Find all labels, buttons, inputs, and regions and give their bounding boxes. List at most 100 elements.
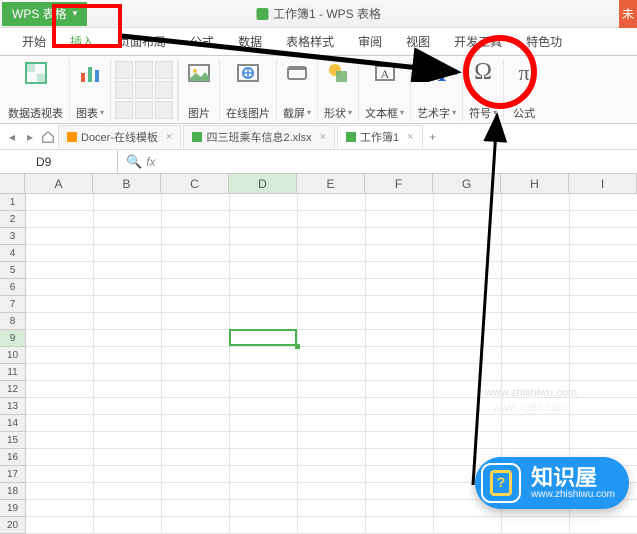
cell[interactable] <box>298 517 366 534</box>
cell[interactable] <box>26 398 94 415</box>
symbol-button[interactable]: Ω 符号▾ <box>463 59 504 121</box>
equation-button[interactable]: π 公式 <box>504 59 544 121</box>
cell[interactable] <box>230 279 298 296</box>
cell[interactable] <box>366 313 434 330</box>
cell[interactable] <box>366 415 434 432</box>
cell[interactable] <box>502 194 570 211</box>
cell[interactable] <box>26 296 94 313</box>
column-header[interactable]: D <box>229 174 297 194</box>
cell[interactable] <box>162 296 230 313</box>
cell[interactable] <box>502 228 570 245</box>
cell[interactable] <box>434 228 502 245</box>
cell[interactable] <box>502 517 570 534</box>
cell[interactable] <box>570 381 637 398</box>
picture-button[interactable]: 图片 <box>179 59 220 121</box>
row-header[interactable]: 16 <box>0 449 26 466</box>
cell[interactable] <box>298 245 366 262</box>
column-header[interactable]: I <box>569 174 637 194</box>
row-header[interactable]: 20 <box>0 517 26 534</box>
cell[interactable] <box>298 313 366 330</box>
cell[interactable] <box>298 449 366 466</box>
cell[interactable] <box>94 347 162 364</box>
home-tab-button[interactable] <box>40 129 56 145</box>
cell[interactable] <box>570 330 637 347</box>
mini-chart-icon[interactable] <box>115 81 133 99</box>
row-header[interactable]: 8 <box>0 313 26 330</box>
shapes-button[interactable]: 形状▾ <box>318 59 359 121</box>
cell[interactable] <box>26 347 94 364</box>
cell[interactable] <box>162 483 230 500</box>
cell[interactable] <box>230 330 298 347</box>
cell[interactable] <box>366 517 434 534</box>
nav-next-button[interactable]: ▸ <box>22 129 38 145</box>
cell[interactable] <box>366 279 434 296</box>
cell[interactable] <box>162 517 230 534</box>
row-header[interactable]: 7 <box>0 296 26 313</box>
online-picture-button[interactable]: 在线图片 <box>220 59 277 121</box>
textbox-button[interactable]: A 文本框▾ <box>359 59 411 121</box>
row-header[interactable]: 12 <box>0 381 26 398</box>
tab-table-style[interactable]: 表格样式 <box>274 28 346 55</box>
cell[interactable] <box>26 279 94 296</box>
cell[interactable] <box>230 449 298 466</box>
cell[interactable] <box>366 466 434 483</box>
cell[interactable] <box>366 483 434 500</box>
cell[interactable] <box>298 381 366 398</box>
cell[interactable] <box>434 279 502 296</box>
cell[interactable] <box>94 449 162 466</box>
cell[interactable] <box>298 330 366 347</box>
cell[interactable] <box>26 262 94 279</box>
row-header[interactable]: 17 <box>0 466 26 483</box>
mini-chart-icon[interactable] <box>155 81 173 99</box>
mini-chart-icon[interactable] <box>115 101 133 119</box>
cell[interactable] <box>298 500 366 517</box>
cell[interactable] <box>570 211 637 228</box>
cell[interactable] <box>162 415 230 432</box>
cell[interactable] <box>434 415 502 432</box>
cell[interactable] <box>434 262 502 279</box>
cell[interactable] <box>366 381 434 398</box>
row-header[interactable]: 10 <box>0 347 26 364</box>
cell[interactable] <box>502 211 570 228</box>
row-header[interactable]: 6 <box>0 279 26 296</box>
cell[interactable] <box>230 398 298 415</box>
cell[interactable] <box>94 466 162 483</box>
cell[interactable] <box>26 313 94 330</box>
cell[interactable] <box>162 500 230 517</box>
cell[interactable] <box>570 398 637 415</box>
cell[interactable] <box>570 432 637 449</box>
cell[interactable] <box>230 483 298 500</box>
row-header[interactable]: 15 <box>0 432 26 449</box>
cell[interactable] <box>94 313 162 330</box>
cell[interactable] <box>94 211 162 228</box>
cell[interactable] <box>94 415 162 432</box>
cell[interactable] <box>162 279 230 296</box>
doc-tab-file2[interactable]: 工作簿1 × <box>337 125 423 148</box>
select-all-corner[interactable] <box>0 174 25 194</box>
doc-tab-docer[interactable]: Docer-在线模板 × <box>58 125 181 148</box>
cell[interactable] <box>570 296 637 313</box>
cell[interactable] <box>230 415 298 432</box>
cell[interactable] <box>298 432 366 449</box>
row-headers[interactable]: 1234567891011121314151617181920 <box>0 194 26 534</box>
cell[interactable] <box>502 262 570 279</box>
cell[interactable] <box>94 364 162 381</box>
cell[interactable] <box>366 347 434 364</box>
cell[interactable] <box>570 364 637 381</box>
close-icon[interactable]: × <box>407 131 413 143</box>
cell[interactable] <box>570 262 637 279</box>
close-icon[interactable]: × <box>320 131 326 143</box>
cell[interactable] <box>94 330 162 347</box>
cell[interactable] <box>298 483 366 500</box>
cell[interactable] <box>366 432 434 449</box>
cell[interactable] <box>162 449 230 466</box>
cell[interactable] <box>366 330 434 347</box>
cell[interactable] <box>366 449 434 466</box>
cell[interactable] <box>434 364 502 381</box>
doc-tab-file1[interactable]: 四三班乘车信息2.xlsx × <box>183 125 335 148</box>
cell[interactable] <box>94 398 162 415</box>
search-icon[interactable]: 🔍 <box>126 154 142 170</box>
cell[interactable] <box>434 347 502 364</box>
cell[interactable] <box>26 449 94 466</box>
column-header[interactable]: A <box>25 174 93 194</box>
